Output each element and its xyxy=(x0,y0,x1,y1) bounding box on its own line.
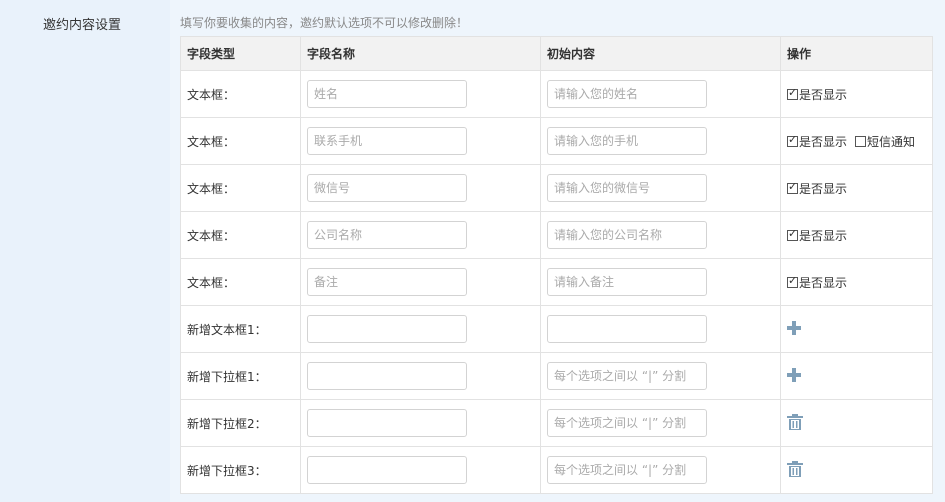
checkbox-icon[interactable] xyxy=(787,180,798,194)
field-name-input[interactable] xyxy=(307,268,467,296)
initial-content-input[interactable] xyxy=(547,80,707,108)
checkbox-label: 是否显示 xyxy=(799,181,848,196)
initial-content-cell xyxy=(540,352,781,400)
table-row: 文本框： 是否显示 xyxy=(180,258,933,306)
initial-content-input[interactable] xyxy=(547,127,707,155)
initial-content-input[interactable] xyxy=(547,456,707,484)
section-label: 邀约内容设置 xyxy=(43,18,122,33)
initial-content-cell xyxy=(540,70,781,118)
field-name-cell xyxy=(300,446,541,494)
initial-content-input[interactable] xyxy=(547,362,707,390)
header-field-name: 字段名称 xyxy=(300,36,541,71)
field-name-input[interactable] xyxy=(307,221,467,249)
table-row: 文本框： 是否显示 xyxy=(180,70,933,118)
actions-cell: 是否显示 xyxy=(780,164,933,212)
field-name-input[interactable] xyxy=(307,409,467,437)
actions-cell: 是否显示 xyxy=(780,258,933,306)
display-checkbox[interactable]: 是否显示 xyxy=(787,133,847,150)
table-row: 文本框： 是否显示 xyxy=(180,211,933,259)
initial-content-cell xyxy=(540,164,781,212)
field-name-input[interactable] xyxy=(307,127,467,155)
field-name-input[interactable] xyxy=(307,174,467,202)
initial-content-input[interactable] xyxy=(547,221,707,249)
field-name-cell xyxy=(300,211,541,259)
field-name-input[interactable] xyxy=(307,80,467,108)
actions-cell: 是否显示 xyxy=(780,211,933,259)
initial-content-cell xyxy=(540,446,781,494)
field-name-cell xyxy=(300,258,541,306)
field-name-input[interactable] xyxy=(307,456,467,484)
initial-content-cell xyxy=(540,258,781,306)
header-initial-content: 初始内容 xyxy=(540,36,781,71)
initial-content-cell xyxy=(540,305,781,353)
field-type-cell: 文本框： xyxy=(180,164,301,212)
display-checkbox[interactable]: 是否显示 xyxy=(787,86,847,103)
checkbox-label: 是否显示 xyxy=(799,87,848,102)
actions-cell xyxy=(780,446,933,494)
actions-cell: 是否显示 短信通知 xyxy=(780,117,933,165)
actions-cell xyxy=(780,399,933,447)
checkbox-label: 是否显示 xyxy=(799,275,848,290)
trash-icon[interactable] xyxy=(787,413,803,433)
checkbox-label: 是否显示 xyxy=(799,134,848,149)
plus-icon[interactable] xyxy=(787,367,801,385)
table-row: 新增下拉框1： xyxy=(180,352,933,400)
section-label-column: 邀约内容设置 xyxy=(0,0,170,502)
field-type-cell: 文本框： xyxy=(180,70,301,118)
initial-content-cell xyxy=(540,117,781,165)
table-row: 文本框： 是否显示 短信通知 xyxy=(180,117,933,165)
actions-cell xyxy=(780,352,933,400)
actions-cell xyxy=(780,305,933,353)
field-type-cell: 文本框： xyxy=(180,117,301,165)
display-checkbox[interactable]: 是否显示 xyxy=(787,180,847,197)
field-name-cell xyxy=(300,164,541,212)
initial-content-cell xyxy=(540,211,781,259)
actions-cell: 是否显示 xyxy=(780,70,933,118)
field-type-cell: 新增下拉框3： xyxy=(180,446,301,494)
initial-content-input[interactable] xyxy=(547,409,707,437)
checkbox-icon[interactable] xyxy=(787,86,798,100)
display-checkbox[interactable]: 是否显示 xyxy=(787,274,847,291)
initial-content-input[interactable] xyxy=(547,174,707,202)
checkbox-icon[interactable] xyxy=(855,135,867,147)
field-name-input[interactable] xyxy=(307,315,467,343)
field-type-cell: 新增下拉框1： xyxy=(180,352,301,400)
table-row: 新增下拉框2： xyxy=(180,399,933,447)
table-header-row: 字段类型 字段名称 初始内容 操作 xyxy=(180,36,933,71)
field-type-cell: 新增下拉框2： xyxy=(180,399,301,447)
field-name-cell xyxy=(300,399,541,447)
field-name-cell xyxy=(300,305,541,353)
hint-text: 填写你要收集的内容，邀约默认选项不可以修改删除！ xyxy=(180,16,469,30)
initial-content-input[interactable] xyxy=(547,315,707,343)
field-type-cell: 新增文本框1： xyxy=(180,305,301,353)
field-name-cell xyxy=(300,352,541,400)
display-checkbox[interactable]: 是否显示 xyxy=(787,227,847,244)
field-type-cell: 文本框： xyxy=(180,258,301,306)
checkbox-icon[interactable] xyxy=(787,274,798,288)
initial-content-cell xyxy=(540,399,781,447)
checkbox-label: 是否显示 xyxy=(799,228,848,243)
checkbox-icon[interactable] xyxy=(787,133,798,147)
header-actions: 操作 xyxy=(780,36,933,71)
field-name-input[interactable] xyxy=(307,362,467,390)
invite-content-panel: 填写你要收集的内容，邀约默认选项不可以修改删除！ 字段类型 字段名称 初始内容 … xyxy=(170,0,945,502)
field-type-cell: 文本框： xyxy=(180,211,301,259)
field-name-cell xyxy=(300,117,541,165)
header-field-type: 字段类型 xyxy=(180,36,301,71)
fields-table: 字段类型 字段名称 初始内容 操作 文本框：是否显示文本框：是否显示短信通知文本… xyxy=(180,36,933,494)
checkbox-label: 短信通知 xyxy=(867,134,916,149)
initial-content-input[interactable] xyxy=(547,268,707,296)
table-row: 新增文本框1： xyxy=(180,305,933,353)
table-row: 新增下拉框3： xyxy=(180,446,933,494)
table-row: 文本框： 是否显示 xyxy=(180,164,933,212)
checkbox-icon[interactable] xyxy=(787,227,798,241)
trash-icon[interactable] xyxy=(787,460,803,480)
plus-icon[interactable] xyxy=(787,320,801,338)
field-name-cell xyxy=(300,70,541,118)
sms-notify-checkbox[interactable]: 短信通知 xyxy=(855,133,915,150)
